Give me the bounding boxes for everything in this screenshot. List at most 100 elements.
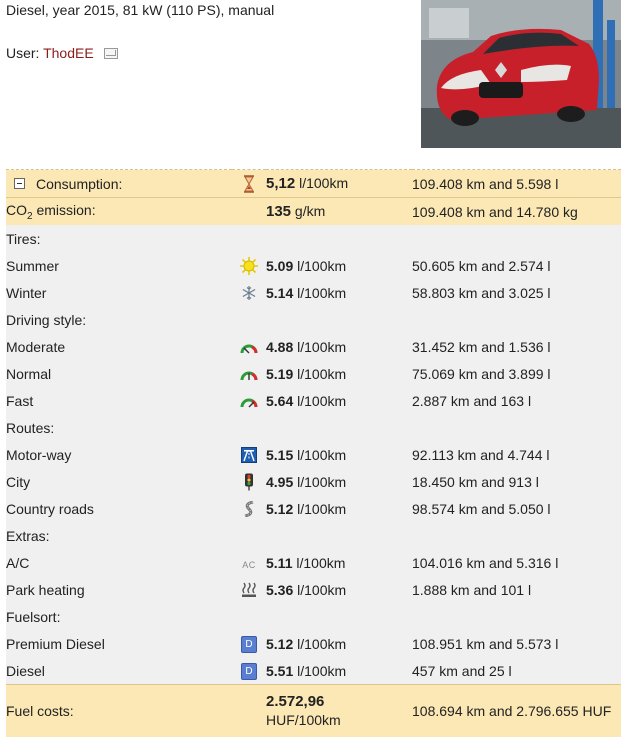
detail-row: Fast 5.64 l/100km 2.887 km and 163 l	[6, 387, 621, 414]
winding-road-icon	[241, 501, 257, 517]
collapse-toggle-icon[interactable]	[14, 178, 25, 189]
group-title: Tires:	[6, 231, 40, 247]
diesel-icon: D	[241, 636, 257, 653]
group-title: Fuelsort:	[6, 609, 60, 625]
detail-value: 4.95	[266, 474, 293, 490]
detail-distance: 58.803 km and 3.025 l	[412, 279, 621, 306]
detail-row: Motor-way 5.15 l/100km 92.113 km and 4.744…	[6, 441, 621, 468]
user-label: User:	[6, 45, 39, 61]
detail-label: Park heating	[6, 582, 85, 598]
consumption-row: Consumption: 5,12 l/100km 109.408 km and…	[6, 170, 621, 198]
detail-unit: l/100km	[297, 258, 346, 274]
co2-row: CO2 emission: 135 g/km 109.408 km and 14…	[6, 198, 621, 226]
detail-unit: l/100km	[297, 393, 346, 409]
detail-value: 4.88	[266, 339, 293, 355]
detail-distance: 31.452 km and 1.536 l	[412, 333, 621, 360]
detail-value: 5.09	[266, 258, 293, 274]
car-photo-image	[421, 0, 621, 148]
detail-distance: 108.951 km and 5.573 l	[412, 630, 621, 657]
snowflake-icon	[241, 285, 257, 301]
traffic-light-icon	[244, 473, 254, 491]
co2-distance: 109.408 km and 14.780 kg	[412, 198, 621, 226]
detail-distance: 92.113 km and 4.744 l	[412, 441, 621, 468]
detail-value: 5.36	[266, 582, 293, 598]
detail-distance: 18.450 km and 913 l	[412, 468, 621, 495]
co2-label-rest: emission:	[33, 202, 96, 218]
detail-distance: 104.016 km and 5.316 l	[412, 549, 621, 576]
hourglass-icon	[242, 175, 256, 193]
consumption-label: Consumption:	[36, 176, 122, 192]
detail-row: Park heating 5.36 l/100km 1.888 km and 101…	[6, 576, 621, 603]
detail-row: Moderate 4.88 l/100km 31.452 km and 1.536 …	[6, 333, 621, 360]
detail-row: Country roads5.12 l/100km98.574 km and 5…	[6, 495, 621, 522]
detail-unit: l/100km	[297, 285, 346, 301]
detail-row: Normal5.19 l/100km75.069 km and 3.899 l	[6, 360, 621, 387]
user-line: User: ThodEE	[6, 45, 118, 61]
detail-label: Summer	[6, 258, 59, 274]
group-header-row: Driving style:	[6, 306, 621, 333]
detail-value: 5.11	[266, 555, 292, 571]
detail-label: A/C	[6, 555, 29, 571]
consumption-distance: 109.408 km and 5.598 l	[412, 170, 621, 198]
diesel-icon: D	[241, 663, 257, 680]
group-title: Routes:	[6, 420, 54, 436]
heating-icon	[241, 582, 257, 598]
detail-label: Moderate	[6, 339, 65, 355]
consumption-value: 5,12	[266, 175, 295, 192]
detail-label: Fast	[6, 393, 33, 409]
detail-row: DieselD5.51 l/100km457 km and 25 l	[6, 657, 621, 685]
fuel-costs-distance: 108.694 km and 2.796.655 HUF	[412, 685, 621, 737]
group-title: Driving style:	[6, 312, 86, 328]
group-header-row: Routes:	[6, 414, 621, 441]
ac-icon: AC	[242, 561, 256, 570]
detail-value: 5.51	[266, 663, 293, 679]
vehicle-specs: Diesel, year 2015, 81 kW (110 PS), manua…	[6, 2, 274, 18]
detail-unit: l/100km	[297, 582, 346, 598]
detail-unit: l/100km	[296, 555, 345, 571]
co2-label: CO2 emission:	[6, 202, 96, 218]
detail-unit: l/100km	[297, 447, 346, 463]
car-photo[interactable]	[421, 0, 621, 148]
detail-unit: l/100km	[297, 636, 346, 652]
detail-row: A/C AC 5.11 l/100km 104.016 km and 5.316 l	[6, 549, 621, 576]
consumption-table: Consumption: 5,12 l/100km 109.408 km and…	[6, 169, 621, 737]
detail-distance: 2.887 km and 163 l	[412, 387, 621, 414]
detail-value: 5.15	[266, 447, 293, 463]
gauge-low-icon	[240, 341, 258, 355]
detail-unit: l/100km	[297, 366, 346, 382]
detail-row: City 4.95 l/100km 18.450 km and 913 l	[6, 468, 621, 495]
detail-unit: l/100km	[297, 501, 346, 517]
detail-distance: 1.888 km and 101 l	[412, 576, 621, 603]
sun-icon	[240, 257, 258, 275]
group-header-row: Fuelsort:	[6, 603, 621, 630]
detail-value: 5.14	[266, 285, 293, 301]
detail-unit: l/100km	[297, 663, 346, 679]
detail-label: Motor-way	[6, 447, 71, 463]
detail-label: Winter	[6, 285, 46, 301]
detail-label: Normal	[6, 366, 51, 382]
consumption-unit: l/100km	[299, 175, 348, 191]
detail-label: City	[6, 474, 30, 490]
detail-label: Country roads	[6, 501, 94, 517]
detail-unit: l/100km	[297, 339, 346, 355]
detail-row: Winter 5.14 l/100km 58.803 km and 3.025 l	[6, 279, 621, 306]
detail-distance: 457 km and 25 l	[412, 657, 621, 685]
detail-unit: l/100km	[297, 474, 346, 490]
mail-icon[interactable]	[104, 48, 118, 59]
gauge-mid-icon	[240, 368, 258, 382]
user-link[interactable]: ThodEE	[43, 45, 94, 61]
detail-distance: 75.069 km and 3.899 l	[412, 360, 621, 387]
gauge-high-icon	[240, 395, 258, 409]
fuel-costs-row: Fuel costs: 2.572,96HUF/100km108.694 km a…	[6, 685, 621, 737]
group-title: Extras:	[6, 528, 50, 544]
fuel-costs-unit: HUF/100km	[266, 711, 412, 730]
fuel-costs-value: 2.572,96	[266, 692, 412, 711]
fuel-costs-label: Fuel costs:	[6, 703, 74, 719]
detail-row: Premium DieselD5.12 l/100km108.951 km an…	[6, 630, 621, 657]
co2-label-main: CO	[6, 202, 27, 218]
group-header-row: Tires:	[6, 225, 621, 252]
detail-value: 5.64	[266, 393, 293, 409]
co2-value: 135	[266, 203, 291, 220]
motorway-icon	[241, 447, 257, 463]
co2-unit: g/km	[295, 203, 325, 219]
